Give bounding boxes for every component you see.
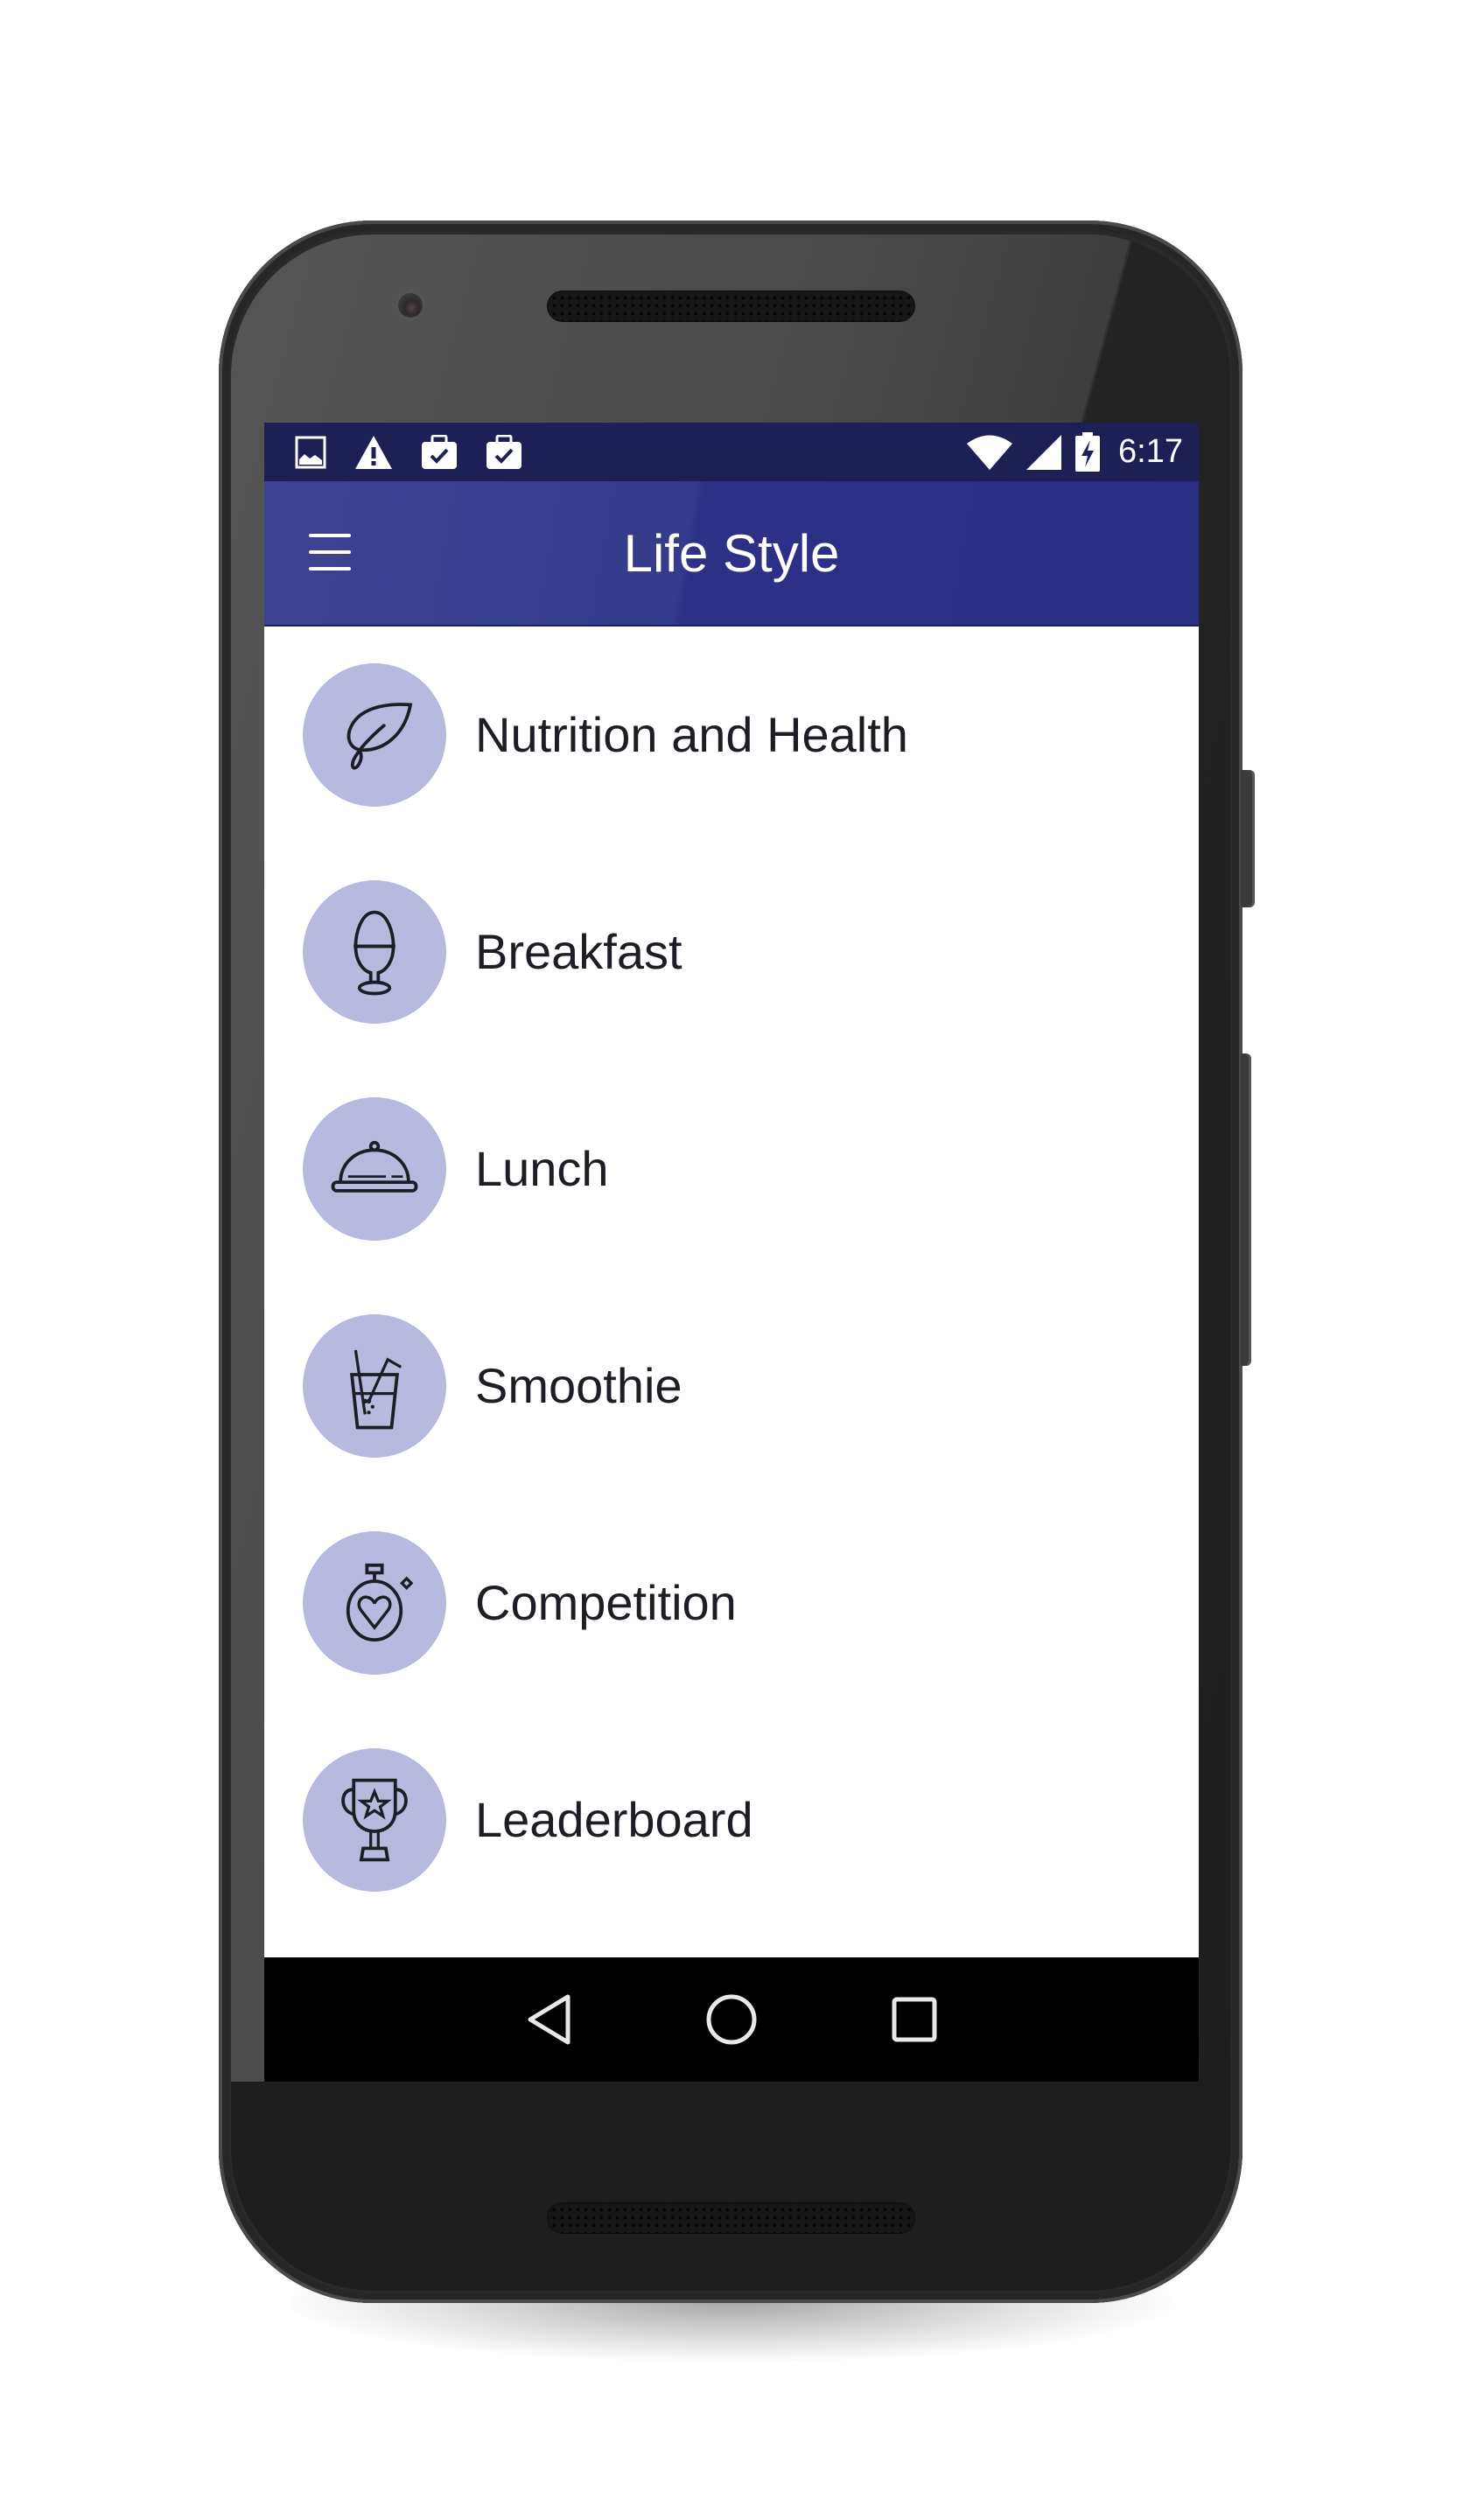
list-item-smoothie[interactable]: Smoothie bbox=[264, 1278, 1199, 1494]
icon-circle bbox=[303, 880, 446, 1024]
phone-chin bbox=[231, 2082, 1230, 2291]
front-camera bbox=[398, 293, 423, 318]
power-button[interactable] bbox=[1241, 770, 1255, 907]
earpiece-speaker bbox=[547, 290, 915, 322]
recents-square-icon bbox=[892, 1997, 937, 2042]
icon-circle bbox=[303, 1314, 446, 1458]
food-cloche-icon bbox=[331, 1140, 418, 1193]
leaf-icon bbox=[346, 703, 413, 770]
list-item-nutrition-and-health[interactable]: Nutrition and Health bbox=[264, 626, 1199, 844]
list-item-competition[interactable]: Competition bbox=[264, 1494, 1199, 1712]
icon-circle bbox=[303, 1097, 446, 1241]
icon-circle bbox=[303, 1531, 446, 1675]
hamburger-menu-icon[interactable] bbox=[299, 522, 360, 583]
bottom-speaker bbox=[547, 2202, 915, 2234]
navigation-bar bbox=[264, 1957, 1199, 2082]
list-item-label: Breakfast bbox=[475, 924, 682, 979]
stopwatch-heart-icon bbox=[346, 1563, 414, 1642]
list-item-label: Smoothie bbox=[475, 1358, 682, 1413]
back-triangle-icon bbox=[528, 1994, 570, 2045]
list-item-leaderboard[interactable]: Leaderboard bbox=[264, 1712, 1199, 1928]
icon-circle bbox=[303, 1748, 446, 1892]
page-title: Life Style bbox=[623, 524, 840, 583]
app-bar: Life Style bbox=[264, 481, 1199, 626]
image-icon bbox=[295, 436, 326, 468]
phone-screen: 6:17 Life Style Nutrition and Health Bre… bbox=[264, 423, 1199, 2082]
list-item-label: Leaderboard bbox=[475, 1792, 753, 1847]
volume-button[interactable] bbox=[1241, 1054, 1251, 1366]
status-time: 6:17 bbox=[1118, 433, 1183, 470]
icon-circle bbox=[303, 663, 446, 807]
warning-icon bbox=[355, 435, 392, 469]
list-item-breakfast[interactable]: Breakfast bbox=[264, 844, 1199, 1060]
status-bar: 6:17 bbox=[264, 423, 1199, 481]
briefcase-check-icon bbox=[486, 434, 522, 469]
list-item-lunch[interactable]: Lunch bbox=[264, 1060, 1199, 1278]
system-status-icons: 6:17 bbox=[966, 423, 1183, 481]
list-item-label: Nutrition and Health bbox=[475, 707, 908, 762]
battery-charging-icon bbox=[1075, 431, 1101, 472]
list-item-label: Lunch bbox=[475, 1141, 609, 1196]
cell-signal-icon bbox=[1026, 434, 1062, 470]
briefcase-check-icon bbox=[422, 434, 457, 469]
trophy-star-icon bbox=[341, 1778, 408, 1862]
recents-button[interactable] bbox=[884, 1989, 945, 2050]
drink-straw-icon bbox=[349, 1349, 402, 1430]
home-button[interactable] bbox=[701, 1989, 762, 2050]
egg-cup-icon bbox=[354, 910, 396, 996]
notification-icons bbox=[295, 431, 522, 472]
wifi-icon bbox=[967, 435, 1013, 470]
back-button[interactable] bbox=[518, 1989, 579, 2050]
list-item-label: Competition bbox=[475, 1575, 737, 1630]
home-circle-icon bbox=[706, 1994, 757, 2045]
